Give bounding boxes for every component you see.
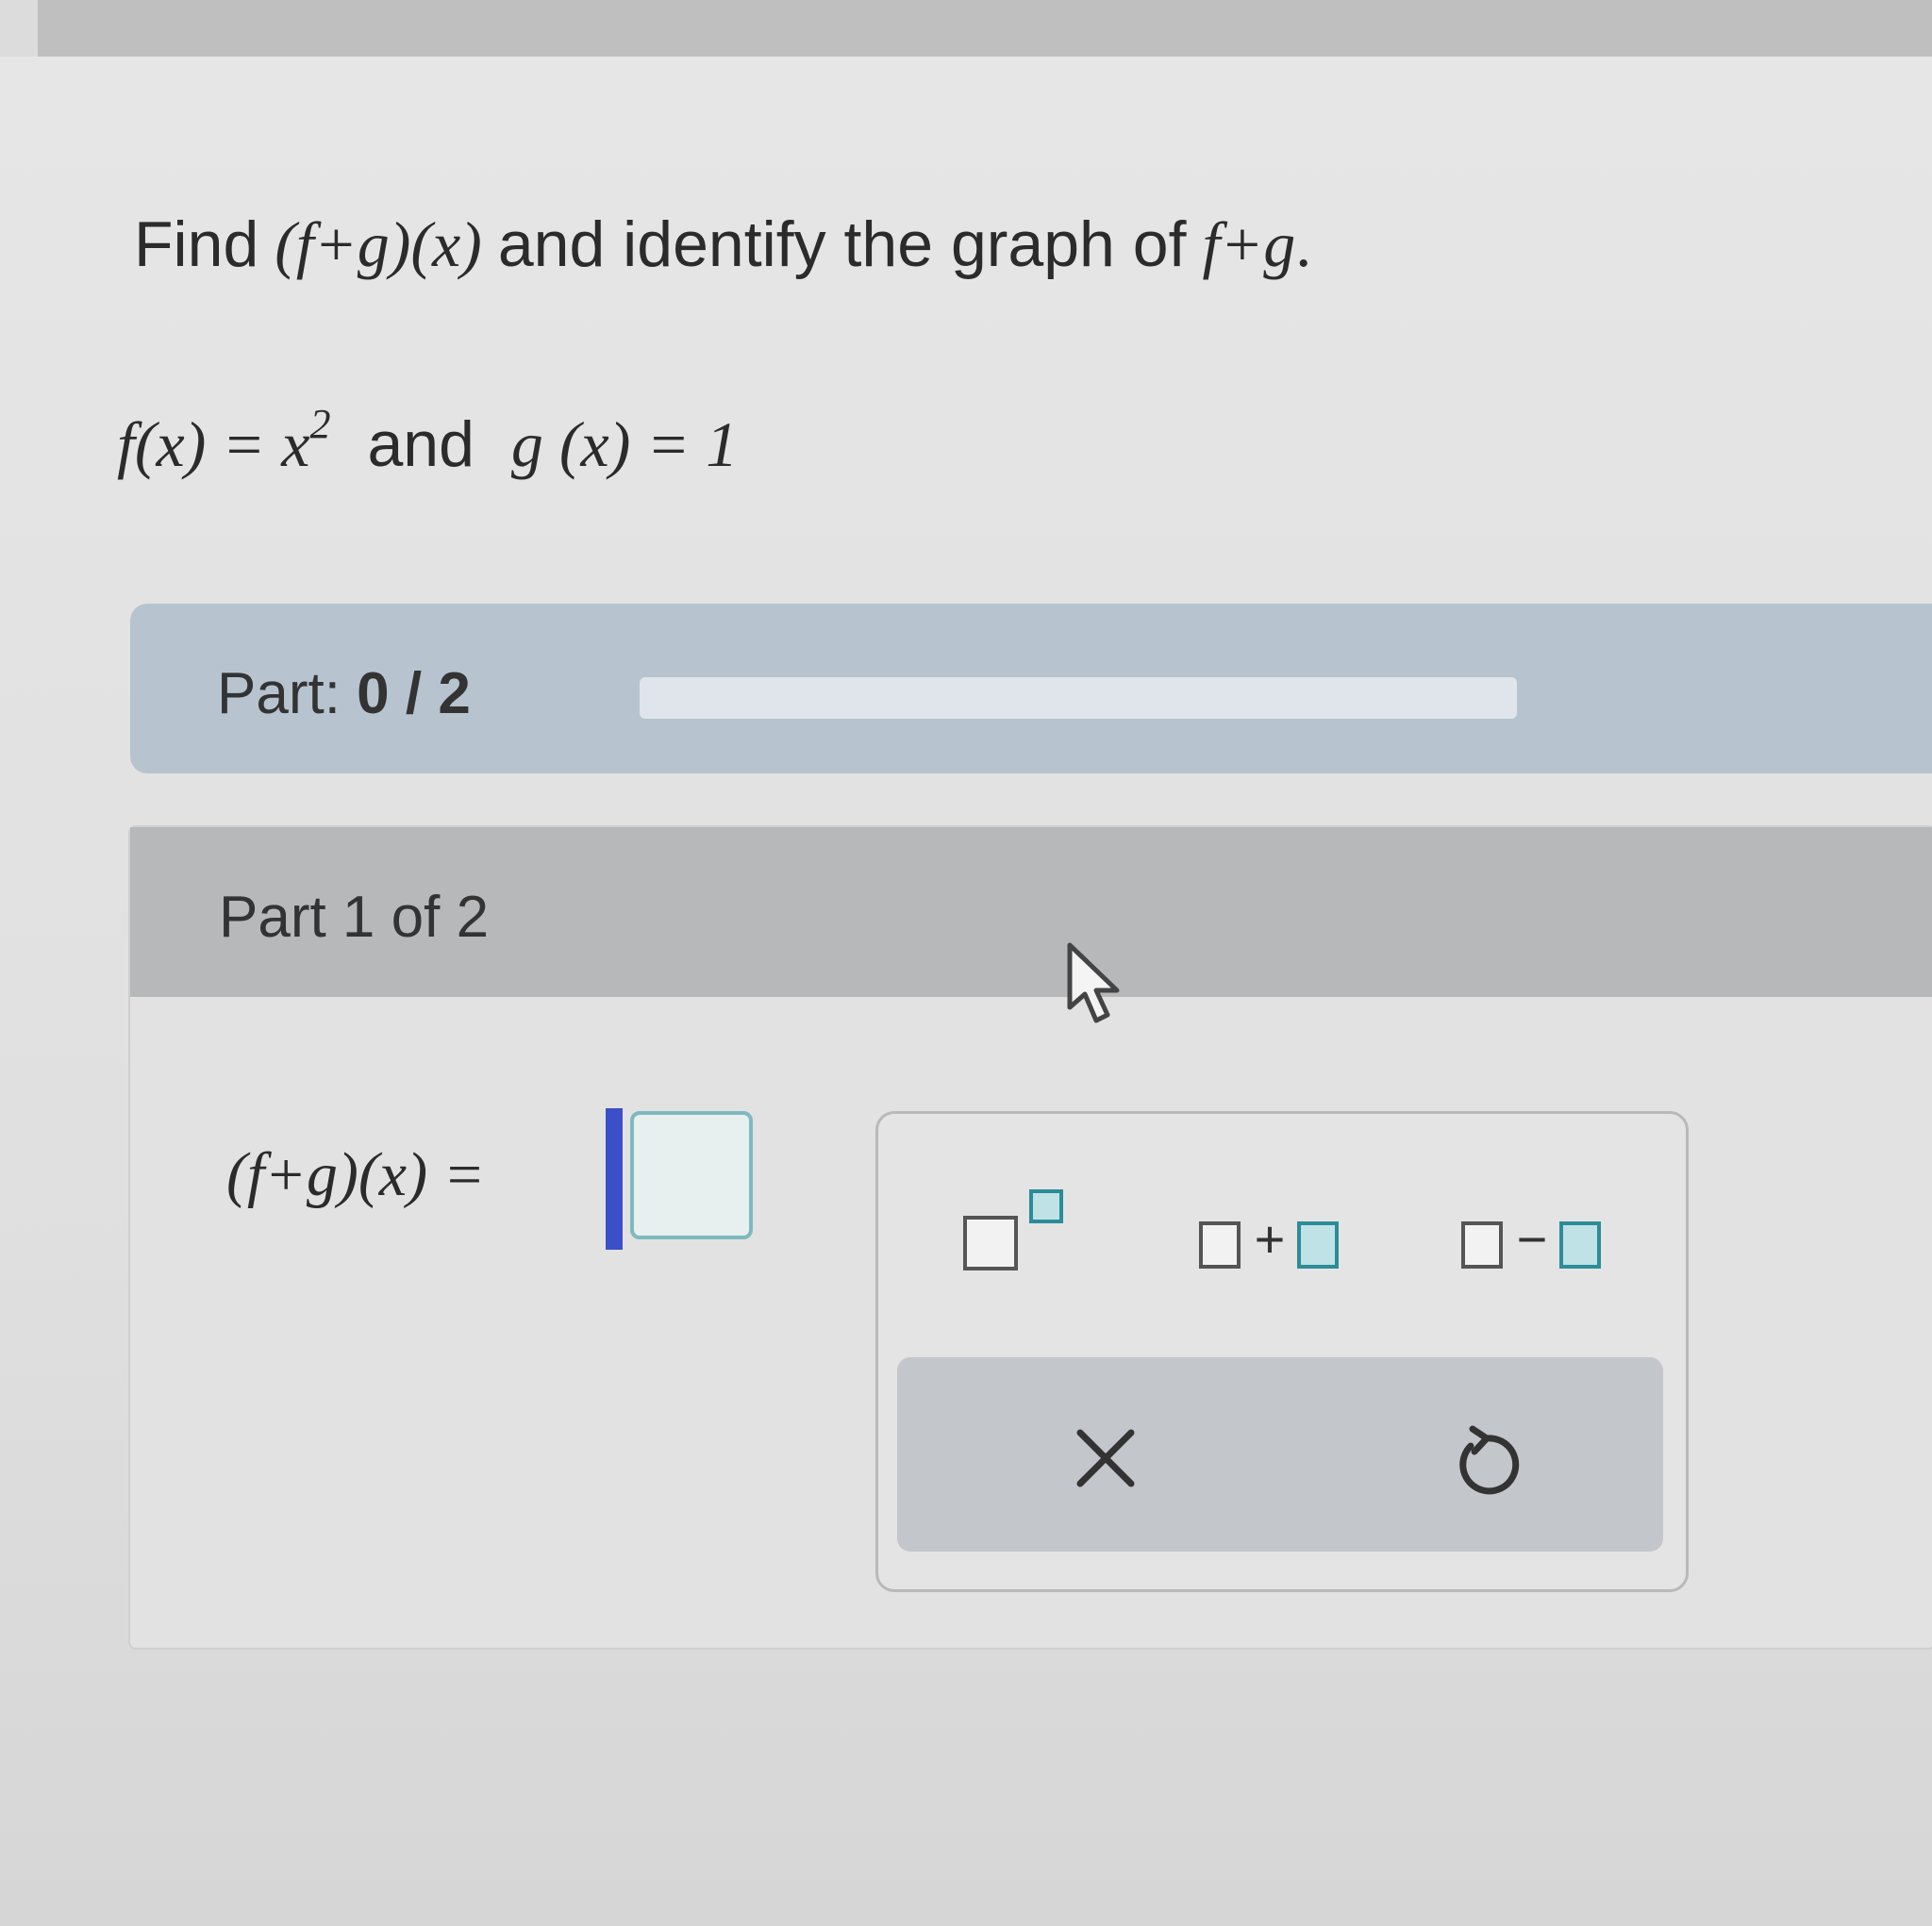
addition-key[interactable]: + <box>1199 1209 1359 1272</box>
part-progress-label: Part: <box>217 661 341 726</box>
clear-button[interactable] <box>1054 1406 1158 1510</box>
f-definition: f(x) = x <box>117 408 310 480</box>
close-icon <box>1076 1429 1135 1487</box>
progress-track <box>640 677 1517 719</box>
question-period: . <box>1295 208 1312 280</box>
subtraction-template-icon <box>1461 1221 1503 1269</box>
question-middle: and identify the graph of <box>497 208 1187 280</box>
minus-sign: − <box>1516 1209 1548 1269</box>
superscript-template-icon <box>963 1216 1018 1270</box>
keypad-action-bar <box>897 1357 1663 1552</box>
superscript-key[interactable] <box>963 1180 1086 1284</box>
f-exponent: 2 <box>309 401 331 447</box>
g-definition: g (x) = 1 <box>510 408 739 480</box>
question-function: f+g <box>1202 208 1296 280</box>
part-progress-value: 0 / 2 <box>357 661 471 726</box>
part-progress-bar: Part: 0 / 2 <box>130 604 1932 773</box>
mouse-pointer-icon <box>1067 942 1120 1023</box>
part-header-title: Part 1 of 2 <box>219 885 490 950</box>
addition-slot <box>1297 1221 1339 1269</box>
part-header: Part 1 of 2 <box>130 827 1932 997</box>
subtraction-key[interactable]: − <box>1461 1209 1622 1272</box>
undo-button[interactable] <box>1435 1408 1539 1512</box>
superscript-exponent-slot <box>1029 1189 1063 1223</box>
subtraction-slot <box>1559 1221 1601 1269</box>
given-functions: f(x) = x2 and g (x) = 1 <box>117 401 738 477</box>
top-bar <box>38 0 1932 57</box>
undo-icon <box>1459 1425 1520 1495</box>
question-expression: (f+g)(x) <box>275 208 482 280</box>
answer-label: (f+g)(x) = <box>226 1140 486 1209</box>
question-text: Find (f+g)(x) and identify the graph of … <box>134 212 1311 276</box>
math-keypad: + − <box>875 1111 1689 1592</box>
part-progress-text: Part: 0 / 2 <box>217 660 471 727</box>
plus-sign: + <box>1254 1209 1286 1269</box>
question-find: Find <box>134 208 259 280</box>
answer-input[interactable] <box>630 1111 753 1239</box>
addition-template-icon <box>1199 1221 1241 1269</box>
text-cursor <box>606 1108 623 1250</box>
given-conjunction: and <box>367 408 475 480</box>
